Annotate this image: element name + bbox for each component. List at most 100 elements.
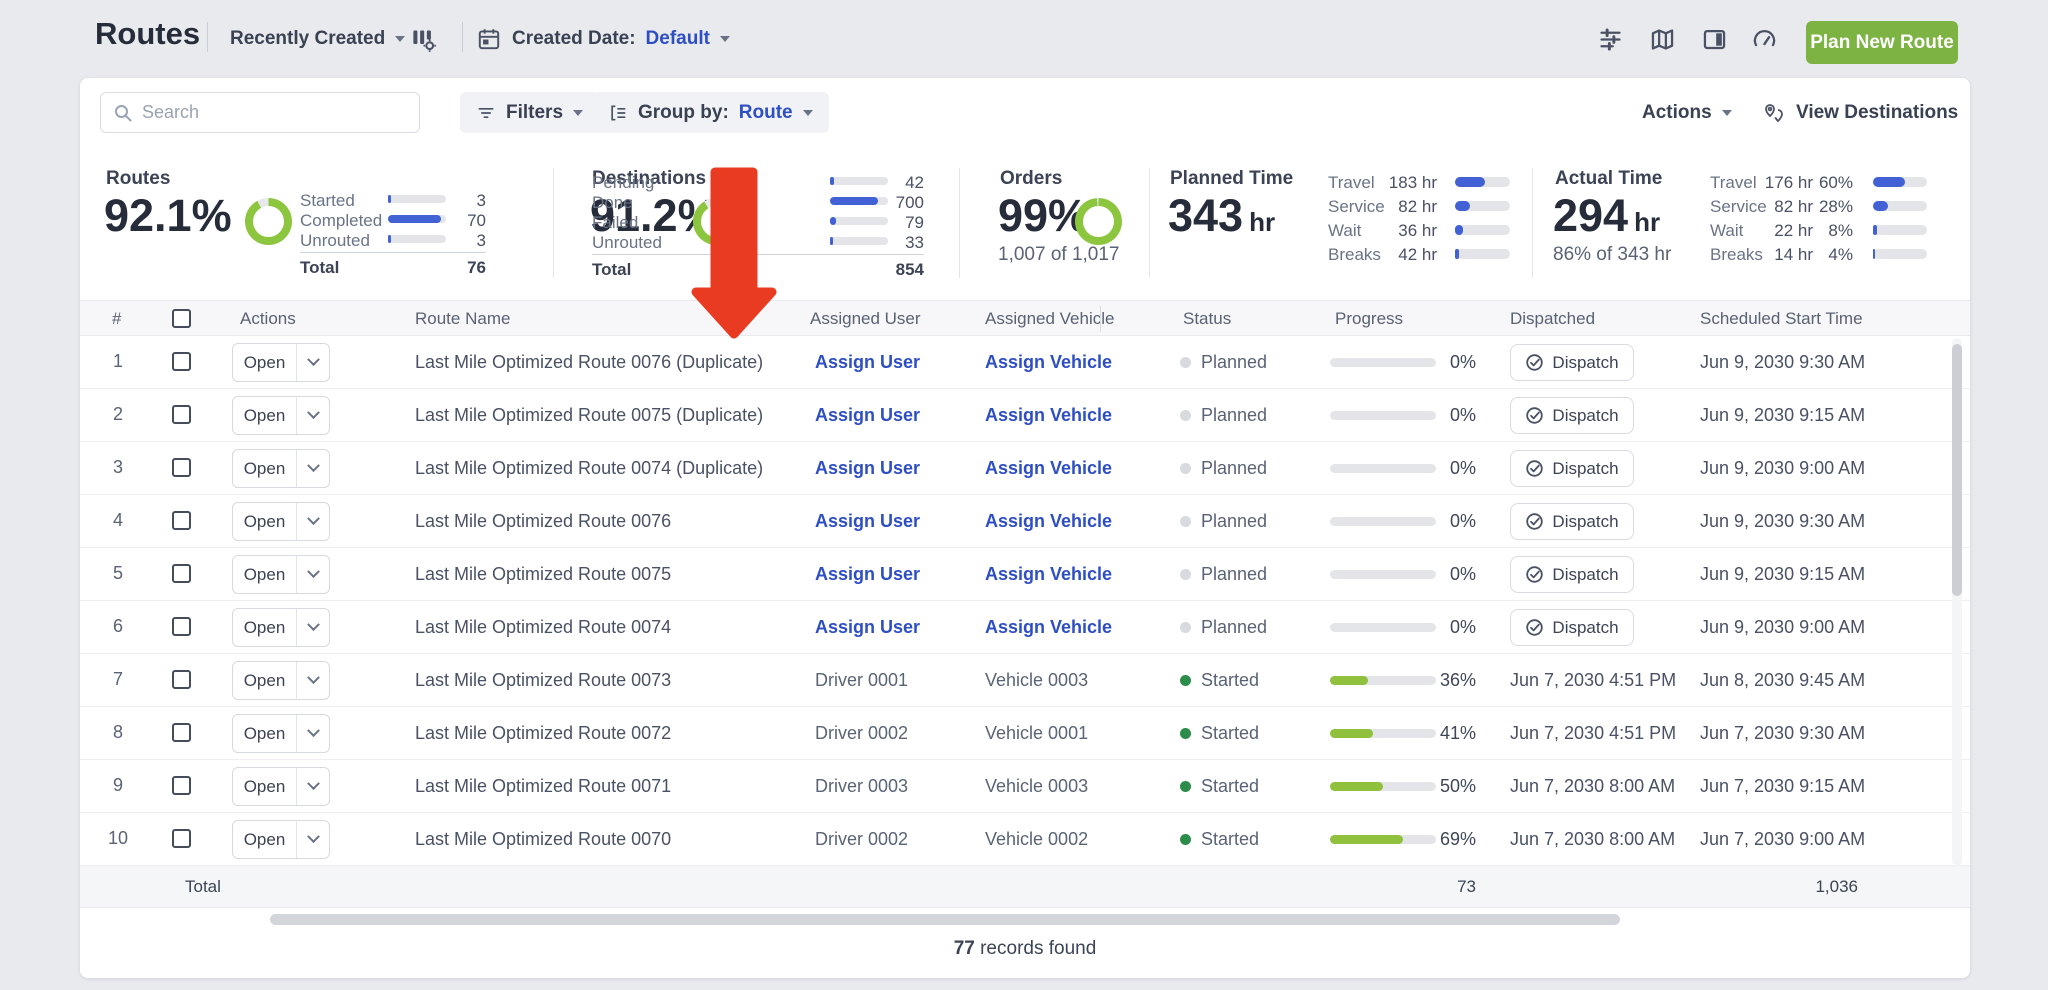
route-name[interactable]: Last Mile Optimized Route 0074 (415, 617, 671, 638)
col-dispatched[interactable]: Dispatched (1510, 309, 1595, 329)
sort-dropdown[interactable]: Recently Created (230, 22, 406, 56)
open-button[interactable]: Open (233, 344, 297, 381)
columns-settings-icon[interactable] (408, 24, 438, 54)
status-cell: Started (1180, 776, 1259, 797)
row-checkbox[interactable] (172, 670, 191, 689)
filter-icon (478, 107, 494, 118)
group-by-button[interactable]: Group by: Route (592, 92, 829, 133)
row-checkbox[interactable] (172, 405, 191, 424)
col-progress[interactable]: Progress (1335, 309, 1403, 329)
created-date-dropdown[interactable]: Created Date: Default (512, 22, 730, 56)
open-dropdown-button[interactable] (297, 503, 329, 540)
col-actions[interactable]: Actions (240, 309, 296, 329)
open-dropdown-button[interactable] (297, 768, 329, 805)
open-dropdown-button[interactable] (297, 556, 329, 593)
open-dropdown-button[interactable] (297, 609, 329, 646)
table-row: 1 Open Last Mile Optimized Route 0076 (Dup… (80, 336, 1970, 389)
page-title: Routes (95, 16, 201, 51)
route-name[interactable]: Last Mile Optimized Route 0072 (415, 723, 671, 744)
select-all-checkbox[interactable] (172, 309, 191, 328)
horizontal-scrollbar[interactable] (270, 914, 1620, 925)
open-button[interactable]: Open (233, 397, 297, 434)
open-dropdown-button[interactable] (297, 821, 329, 858)
route-name[interactable]: Last Mile Optimized Route 0075 (Duplicat… (415, 405, 763, 426)
col-assigned-vehicle[interactable]: Assigned Vehicle (985, 309, 1114, 329)
speedometer-icon[interactable] (1749, 24, 1779, 54)
assign-user-link[interactable]: Assign User (815, 564, 920, 585)
col-status[interactable]: Status (1183, 309, 1231, 329)
col-number[interactable]: # (112, 309, 121, 329)
open-button[interactable]: Open (233, 450, 297, 487)
assign-vehicle-link[interactable]: Assign Vehicle (985, 405, 1112, 426)
open-button[interactable]: Open (233, 768, 297, 805)
dispatch-button[interactable]: Dispatch (1510, 344, 1634, 381)
settings-sliders-icon[interactable] (1595, 24, 1625, 54)
open-dropdown-button[interactable] (297, 715, 329, 752)
assign-vehicle-link[interactable]: Assign Vehicle (985, 511, 1112, 532)
assign-user-link[interactable]: Assign User (815, 352, 920, 373)
dispatch-button[interactable]: Dispatch (1510, 609, 1634, 646)
open-button[interactable]: Open (233, 662, 297, 699)
row-checkbox[interactable] (172, 776, 191, 795)
stat-row-bar-fill (1873, 249, 1876, 259)
filters-button[interactable]: Filters (460, 92, 600, 133)
open-button[interactable]: Open (233, 609, 297, 646)
route-name[interactable]: Last Mile Optimized Route 0073 (415, 670, 671, 691)
dispatch-button[interactable]: Dispatch (1510, 450, 1634, 487)
assign-vehicle-link[interactable]: Assign Vehicle (985, 352, 1112, 373)
row-checkbox[interactable] (172, 511, 191, 530)
open-dropdown-button[interactable] (297, 662, 329, 699)
plan-new-route-button[interactable]: Plan New Route (1806, 21, 1958, 64)
vertical-scrollbar[interactable] (1952, 344, 1962, 596)
row-checkbox[interactable] (172, 829, 191, 848)
col-scheduled-start[interactable]: Scheduled Start Time (1700, 309, 1863, 329)
open-dropdown-button[interactable] (297, 344, 329, 381)
route-name[interactable]: Last Mile Optimized Route 0071 (415, 776, 671, 797)
route-name[interactable]: Last Mile Optimized Route 0076 (Duplicat… (415, 352, 763, 373)
map-icon[interactable] (1647, 24, 1677, 54)
row-checkbox[interactable] (172, 352, 191, 371)
route-name[interactable]: Last Mile Optimized Route 0076 (415, 511, 671, 532)
dispatch-button[interactable]: Dispatch (1510, 556, 1634, 593)
open-button[interactable]: Open (233, 556, 297, 593)
assign-user-link[interactable]: Assign User (815, 458, 920, 479)
progress-bar (1330, 517, 1436, 526)
view-destinations-button[interactable]: View Destinations (1762, 92, 1958, 133)
scheduled-start-time: Jun 9, 2030 9:30 AM (1700, 352, 1866, 372)
open-button[interactable]: Open (233, 503, 297, 540)
col-route-name[interactable]: Route Name (415, 309, 510, 329)
side-panel-icon[interactable] (1699, 24, 1729, 54)
open-dropdown-button[interactable] (297, 450, 329, 487)
row-checkbox[interactable] (172, 617, 191, 636)
divider (462, 22, 463, 52)
dispatch-button[interactable]: Dispatch (1510, 503, 1634, 540)
status-label: Started (1201, 829, 1260, 849)
assign-vehicle-link[interactable]: Assign Vehicle (985, 458, 1112, 479)
assign-vehicle-link[interactable]: Assign Vehicle (985, 564, 1112, 585)
row-checkbox[interactable] (172, 564, 191, 583)
route-name[interactable]: Last Mile Optimized Route 0075 (415, 564, 671, 585)
status-dot (1180, 781, 1191, 792)
search-input[interactable] (142, 102, 392, 123)
route-name[interactable]: Last Mile Optimized Route 0074 (Duplicat… (415, 458, 763, 479)
assign-user-link[interactable]: Assign User (815, 511, 920, 532)
assign-user-link[interactable]: Assign User (815, 617, 920, 638)
search-icon (115, 104, 132, 121)
row-checkbox[interactable] (172, 458, 191, 477)
records-found: 77 records found (80, 938, 1970, 960)
scheduled-start-time: Jun 9, 2030 9:30 AM (1700, 511, 1866, 531)
progress-value: 0% (1449, 352, 1476, 372)
col-assigned-user[interactable]: Assigned User (810, 309, 921, 329)
route-name[interactable]: Last Mile Optimized Route 0070 (415, 829, 671, 850)
table-row: 2 Open Last Mile Optimized Route 0075 (Dup… (80, 389, 1970, 442)
open-button[interactable]: Open (233, 821, 297, 858)
row-checkbox[interactable] (172, 723, 191, 742)
assign-vehicle-link[interactable]: Assign Vehicle (985, 617, 1112, 638)
open-dropdown-button[interactable] (297, 397, 329, 434)
actions-dropdown[interactable]: Actions (1642, 92, 1732, 133)
status-dot (1180, 622, 1191, 633)
open-button[interactable]: Open (233, 715, 297, 752)
dispatch-button[interactable]: Dispatch (1510, 397, 1634, 434)
assign-user-link[interactable]: Assign User (815, 405, 920, 426)
dispatched-time: Jun 7, 2030 4:51 PM (1510, 670, 1677, 690)
